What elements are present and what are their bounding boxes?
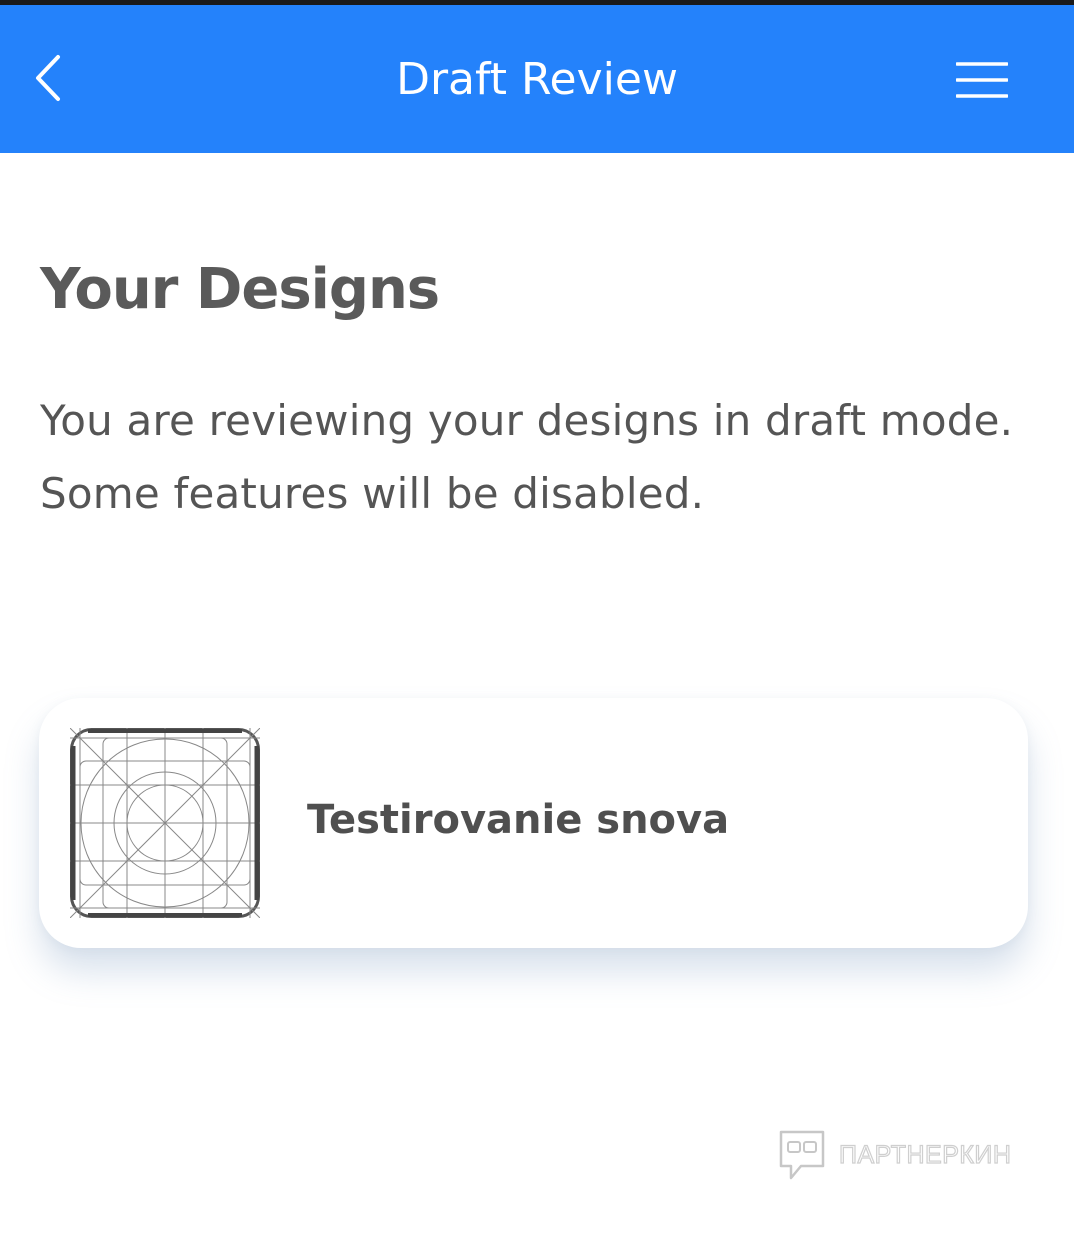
draft-mode-description: You are reviewing your designs in draft … (40, 396, 1014, 518)
chat-bubble-logo-icon (779, 1130, 825, 1180)
design-card[interactable]: Testirovanie snova (39, 698, 1028, 948)
watermark-text: ПАРТНЕРКИН (838, 1140, 1012, 1169)
menu-button[interactable] (945, 53, 1019, 109)
section-heading: Your Designs (40, 257, 440, 322)
design-thumbnail (69, 727, 261, 919)
watermark: ПАРТНЕРКИН (777, 1128, 1012, 1182)
app-icon-grid-template-icon (69, 727, 261, 919)
app-bar: Draft Review (0, 5, 1074, 153)
page-title: Draft Review (396, 54, 678, 105)
hamburger-menu-icon (956, 62, 1008, 98)
design-title: Testirovanie snova (307, 797, 730, 843)
